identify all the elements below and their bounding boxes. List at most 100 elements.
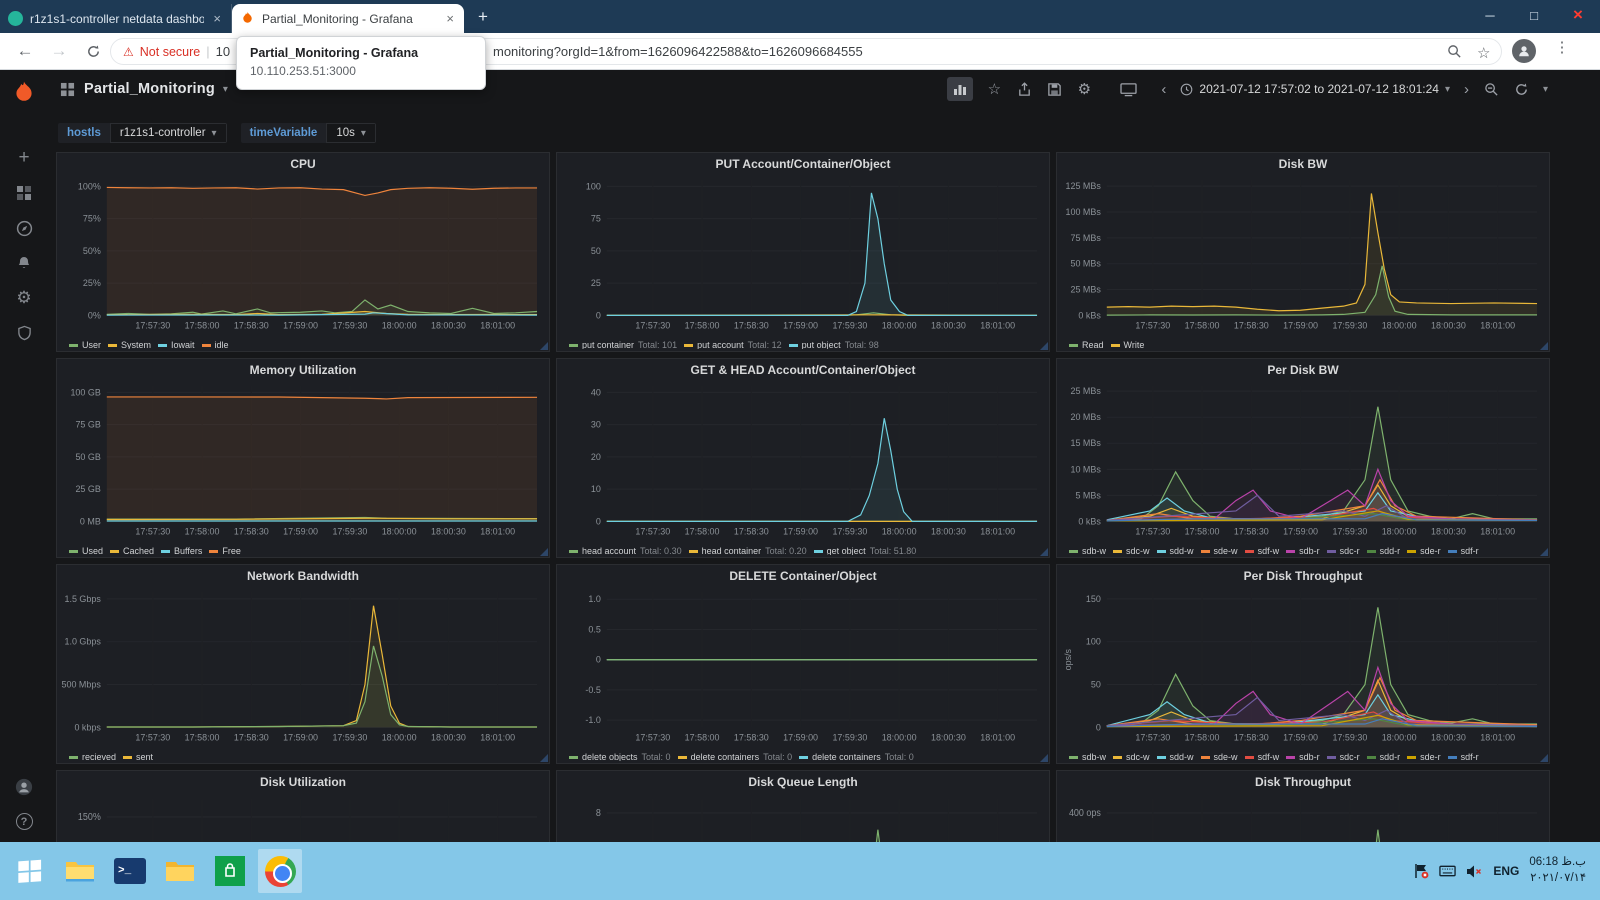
- minimize-button[interactable]: ─: [1468, 0, 1512, 30]
- windows-store-icon[interactable]: [208, 849, 252, 893]
- close-button[interactable]: ×: [1556, 0, 1600, 30]
- tab-close-icon[interactable]: ×: [444, 11, 456, 26]
- share-icon[interactable]: [1015, 80, 1033, 98]
- legend-item[interactable]: Free: [209, 546, 241, 555]
- refresh-icon[interactable]: [1513, 80, 1531, 98]
- tab-netdata[interactable]: r1z1s1-controller netdata dashbo ×: [0, 4, 232, 33]
- legend-item[interactable]: sdf-r: [1447, 752, 1479, 761]
- time-shift-right-icon[interactable]: ›: [1462, 81, 1471, 98]
- legend-item[interactable]: sdf-w: [1244, 752, 1279, 761]
- panel-chart[interactable]: 0 50 100 150 17:57:30 17:58:00 17:58:30 17:59:0…: [1061, 586, 1545, 745]
- taskbar-clock[interactable]: 06:18 ب.ظ ۲۰۲۱/۰۷/۱۴: [1529, 855, 1592, 886]
- panel-chart[interactable]: 0 25 50 75 100 17:57:30 17:58:00 17:58:30 17:59:…: [561, 174, 1045, 333]
- save-icon[interactable]: [1045, 80, 1063, 98]
- back-button[interactable]: ←: [12, 38, 38, 64]
- dashboards-icon[interactable]: [15, 184, 33, 202]
- panel-chart[interactable]: 0 kbps 500 Mbps 1.0 Gbps 1.5 Gbps 17:57:30 17…: [61, 586, 545, 745]
- panel-chart[interactable]: 0 10 20 30 40 17:57:30 17:58:00 17:58:30 17:59:0…: [561, 380, 1045, 539]
- panel-title[interactable]: PUT Account/Container/Object: [561, 157, 1045, 174]
- panel-resize-handle[interactable]: [540, 754, 548, 762]
- folder-icon[interactable]: [158, 849, 202, 893]
- not-secure-label[interactable]: Not secure: [140, 45, 200, 59]
- tab-close-icon[interactable]: ×: [211, 11, 223, 26]
- legend-item[interactable]: sde-r: [1407, 752, 1441, 761]
- panel-resize-handle[interactable]: [540, 548, 548, 556]
- legend-item[interactable]: sdd-w: [1156, 752, 1194, 761]
- legend-item[interactable]: sdb-r: [1286, 752, 1320, 761]
- server-admin-shield-icon[interactable]: [15, 324, 33, 342]
- legend-item[interactable]: recieved: [69, 752, 116, 761]
- legend-item[interactable]: Cached: [110, 546, 154, 555]
- panel-chart[interactable]: 0 kBs 5 MBs 10 MBs 15 MBs 20 MBs 25 MBs 17:57:…: [1061, 380, 1545, 539]
- maximize-button[interactable]: □: [1512, 0, 1556, 30]
- legend-item[interactable]: User: [69, 340, 101, 349]
- panel-title[interactable]: CPU: [61, 157, 545, 174]
- new-tab-button[interactable]: +: [470, 5, 496, 31]
- start-button[interactable]: [8, 849, 52, 893]
- star-icon[interactable]: ☆: [985, 80, 1003, 98]
- tv-kiosk-icon[interactable]: [1119, 80, 1137, 98]
- panel-title[interactable]: GET & HEAD Account/Container/Object: [561, 363, 1045, 380]
- create-plus-icon[interactable]: +: [15, 147, 33, 168]
- panel-resize-handle[interactable]: [540, 342, 548, 350]
- forward-button[interactable]: →: [46, 38, 72, 64]
- browser-menu-icon[interactable]: ⋮: [1550, 38, 1574, 56]
- legend-item[interactable]: delete objects Total: 0: [569, 752, 671, 761]
- panel-title[interactable]: Network Bandwidth: [61, 569, 545, 586]
- legend-item[interactable]: delete containers Total: 0: [799, 752, 914, 761]
- panel-title[interactable]: Memory Utilization: [61, 363, 545, 380]
- bookmark-star-icon[interactable]: ☆: [1477, 44, 1490, 62]
- legend-item[interactable]: get object Total: 51.80: [813, 546, 916, 555]
- add-panel-icon[interactable]: [947, 77, 974, 101]
- panel-chart[interactable]: -1.0 -0.5 0 0.5 1.0 17:57:30 17:58:00 17:58:30 1…: [561, 586, 1045, 745]
- panel-title[interactable]: Per Disk BW: [1061, 363, 1545, 380]
- variable-value-dropdown[interactable]: r1z1s1-controller ▾: [109, 123, 227, 143]
- legend-item[interactable]: put container Total: 101: [569, 340, 677, 349]
- legend-item[interactable]: sdb-w: [1069, 546, 1106, 555]
- legend-item[interactable]: sdc-r: [1326, 546, 1360, 555]
- legend-item[interactable]: sdc-w: [1113, 752, 1150, 761]
- action-center-flag-icon[interactable]: [1412, 863, 1429, 880]
- panel-chart[interactable]: 0 ops100 ops200 ops300 ops400 ops17:57:3…: [1061, 793, 1545, 842]
- legend-item[interactable]: Buffers: [161, 546, 202, 555]
- panel-chart[interactable]: 0246817:57:3017:58:0017:58:3017:59:0017:…: [561, 793, 1045, 842]
- title-caret-icon[interactable]: ▾: [223, 84, 228, 95]
- legend-item[interactable]: sdf-w: [1244, 546, 1279, 555]
- zoom-out-icon[interactable]: [1483, 80, 1501, 98]
- panel-title[interactable]: Disk Queue Length: [561, 775, 1045, 793]
- powershell-icon[interactable]: >_: [108, 849, 152, 893]
- panel-title[interactable]: Disk Throughput: [1061, 775, 1545, 793]
- legend-item[interactable]: Read: [1069, 340, 1104, 349]
- legend-item[interactable]: sdc-w: [1113, 546, 1150, 555]
- legend-item[interactable]: sde-r: [1407, 546, 1441, 555]
- legend-item[interactable]: delete containers Total: 0: [677, 752, 792, 761]
- reload-button[interactable]: [80, 38, 106, 64]
- dashboard-title[interactable]: Partial_Monitoring: [84, 81, 215, 97]
- volume-muted-icon[interactable]: [1466, 863, 1483, 880]
- legend-item[interactable]: sdd-r: [1366, 752, 1400, 761]
- legend-item[interactable]: idle: [201, 340, 229, 349]
- user-avatar[interactable]: [15, 778, 33, 796]
- legend-item[interactable]: sdd-w: [1156, 546, 1194, 555]
- legend-item[interactable]: sdc-r: [1326, 752, 1360, 761]
- panel-title[interactable]: Per Disk Throughput: [1061, 569, 1545, 586]
- legend-item[interactable]: sdb-r: [1286, 546, 1320, 555]
- legend-item[interactable]: sdb-w: [1069, 752, 1106, 761]
- time-range-picker[interactable]: 2021-07-12 17:57:02 to 2021-07-12 18:01:…: [1180, 82, 1450, 96]
- chrome-taskbar-icon[interactable]: [258, 849, 302, 893]
- panel-chart[interactable]: 0%50%100%150%17:57:3017:58:0017:58:3017:…: [61, 793, 545, 842]
- panel-title[interactable]: DELETE Container/Object: [561, 569, 1045, 586]
- refresh-caret-icon[interactable]: ▾: [1543, 84, 1548, 95]
- panel-chart[interactable]: 0% 25% 50% 75% 100% 17:57:30 17:58:00 17:58:30 1…: [61, 174, 545, 333]
- legend-item[interactable]: head account Total: 0.30: [569, 546, 682, 555]
- configuration-gear-icon[interactable]: ⚙: [15, 288, 33, 307]
- legend-item[interactable]: Used: [69, 546, 103, 555]
- panel-resize-handle[interactable]: [1540, 548, 1548, 556]
- zoom-icon[interactable]: [1447, 44, 1462, 62]
- panel-title[interactable]: Disk Utilization: [61, 775, 545, 793]
- legend-item[interactable]: Iowait: [158, 340, 195, 349]
- panel-resize-handle[interactable]: [1040, 754, 1048, 762]
- panel-resize-handle[interactable]: [1040, 548, 1048, 556]
- variable-value-dropdown[interactable]: 10s ▾: [326, 123, 376, 143]
- legend-item[interactable]: System: [108, 340, 151, 349]
